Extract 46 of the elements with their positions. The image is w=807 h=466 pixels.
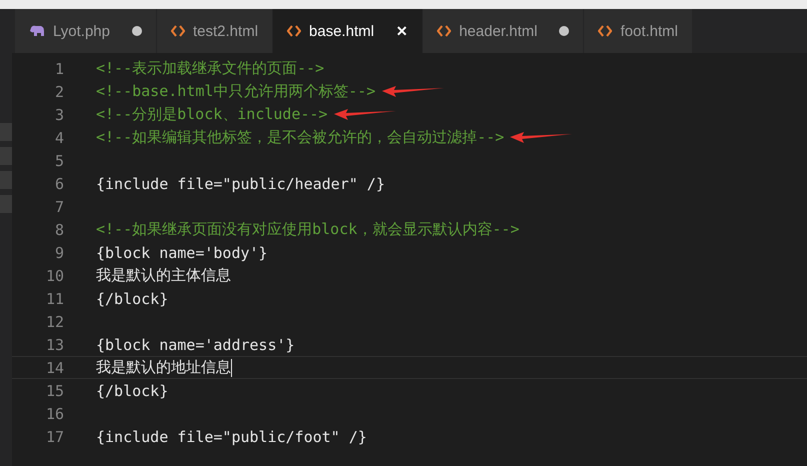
elephant-icon — [29, 25, 45, 37]
text-cursor — [231, 358, 232, 376]
line-number: 11 — [44, 290, 64, 308]
line-number: 9 — [54, 244, 64, 262]
code-line: 我是默认的主体信息 — [96, 266, 231, 285]
code-line: <!--表示加载继承文件的页面--> — [96, 59, 324, 78]
line-number: 16 — [44, 404, 64, 422]
code-line: <!--分别是block、include--> — [96, 105, 328, 124]
line-number: 6 — [54, 174, 64, 192]
line-number: 17 — [44, 428, 64, 446]
sidebar-item[interactable] — [0, 123, 12, 141]
line-number: 1 — [54, 60, 64, 78]
file-tab[interactable]: foot.html — [584, 9, 693, 53]
code-brackets-icon — [171, 25, 185, 37]
code-line: {block name='address'} — [96, 336, 295, 354]
line-number: 5 — [54, 152, 64, 170]
line-number: 3 — [54, 106, 64, 124]
line-number: 7 — [54, 198, 64, 216]
file-tab[interactable]: header.html — [423, 9, 584, 53]
code-brackets-icon — [437, 25, 452, 37]
code-line: <!--如果继承页面没有对应使用block，就会显示默认内容--> — [96, 220, 520, 239]
line-number: 15 — [44, 382, 64, 400]
code-line: {/block} — [96, 382, 168, 400]
code-line: {include file="public/foot" /} — [96, 428, 367, 446]
code-line: {block name='body'} — [96, 244, 268, 262]
file-tab[interactable]: Lyot.php — [15, 9, 157, 53]
sidebar-item[interactable] — [0, 195, 12, 213]
line-number: 14 — [44, 358, 64, 376]
file-tab[interactable]: base.html ✕ — [273, 9, 424, 53]
line-number: 4 — [54, 128, 64, 146]
code-line: {include file="public/header" /} — [96, 174, 385, 192]
line-number: 10 — [44, 266, 64, 284]
line-number: 2 — [54, 82, 64, 100]
file-tab[interactable]: test2.html — [157, 9, 274, 53]
line-number: 13 — [44, 336, 64, 354]
sidebar-item[interactable] — [0, 147, 12, 165]
code-line: {/block} — [96, 290, 168, 308]
code-brackets-icon — [287, 25, 302, 37]
code-brackets-icon — [598, 25, 612, 37]
line-number: 12 — [44, 312, 64, 330]
code-line: <!--如果编辑其他标签，是不会被允许的，会自动过滤掉--> — [96, 128, 504, 147]
line-number: 8 — [54, 220, 64, 238]
sidebar-item[interactable] — [0, 171, 12, 189]
code-line: <!--base.html中只允许用两个标签--> — [96, 82, 376, 101]
code-line: 我是默认的地址信息 — [96, 358, 231, 377]
close-button[interactable]: ✕ — [396, 23, 408, 39]
